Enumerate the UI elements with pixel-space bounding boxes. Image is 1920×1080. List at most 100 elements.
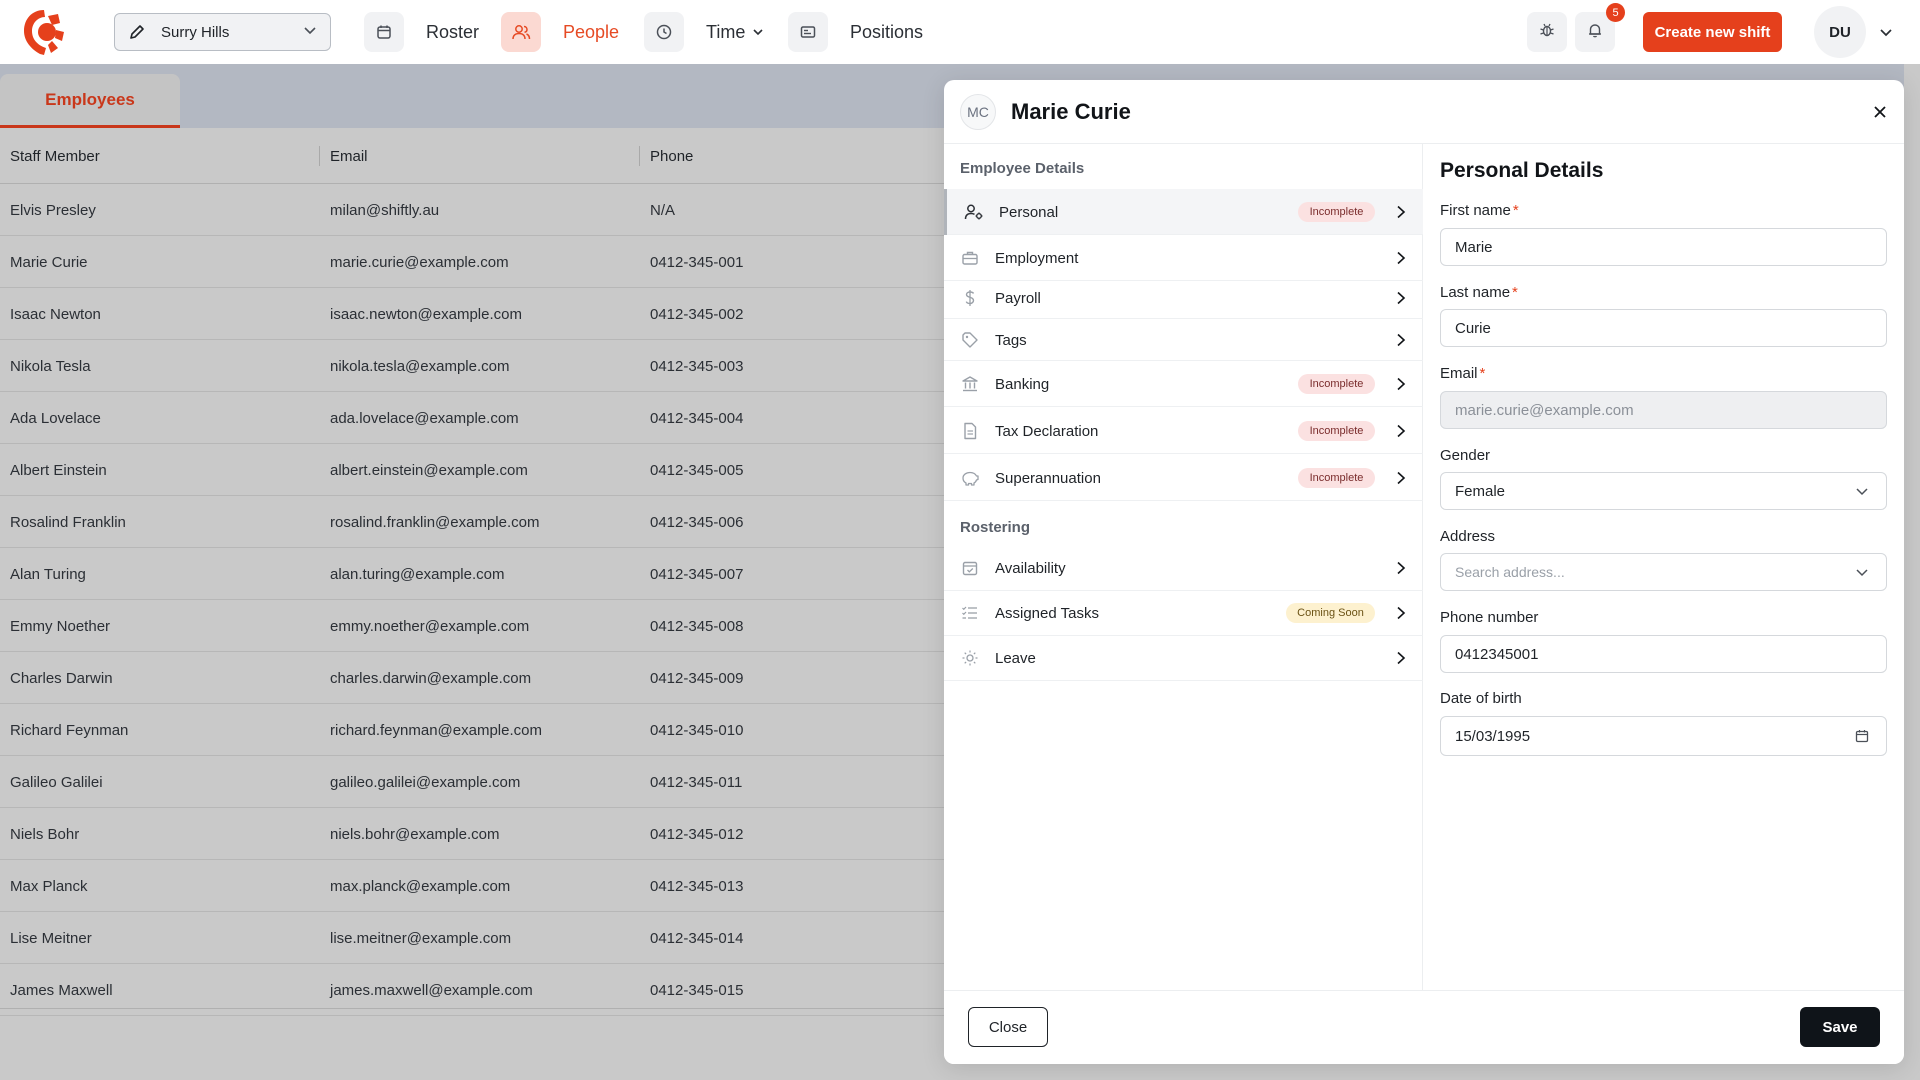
chevron-down-icon	[753, 29, 763, 36]
column-header-email[interactable]: Email	[330, 128, 368, 184]
last-name-label: Last name *	[1440, 284, 1518, 301]
pencil-icon	[127, 22, 147, 42]
menu-item-payroll[interactable]: Payroll	[944, 277, 1423, 319]
location-select[interactable]: Surry Hills	[114, 13, 331, 51]
email-cell: ada.lovelace@example.com	[330, 409, 519, 427]
employee-details-heading: Employee Details	[960, 159, 1085, 177]
staff-member-cell: Albert Einstein	[10, 461, 107, 479]
sun-icon	[960, 648, 980, 668]
menu-item-label: Assigned Tasks	[995, 604, 1099, 622]
staff-member-cell: Ada Lovelace	[10, 409, 101, 427]
first-name-label-text: First name	[1440, 202, 1511, 219]
address-search-select[interactable]: Search address...	[1440, 553, 1887, 591]
staff-member-cell: Galileo Galilei	[10, 773, 103, 791]
last-name-label-text: Last name	[1440, 284, 1511, 301]
table-row[interactable]: Emmy Noether emmy.noether@example.com 0412…	[0, 600, 944, 652]
gender-select[interactable]: Female	[1440, 472, 1887, 510]
table-row[interactable]: Charles Darwin charles.darwin@example.com…	[0, 652, 944, 704]
bug-report-button[interactable]	[1527, 12, 1567, 52]
status-badge: Coming Soon	[1286, 603, 1375, 623]
status-badge: Incomplete	[1298, 421, 1375, 441]
menu-item-availability[interactable]: Availability	[944, 545, 1423, 591]
phone-cell: 0412-345-013	[650, 877, 744, 895]
phone-cell: 0412-345-003	[650, 357, 744, 375]
table-row[interactable]: Galileo Galilei galileo.galilei@example.c…	[0, 756, 944, 808]
status-badge: Incomplete	[1298, 202, 1375, 222]
chevron-down-icon	[302, 22, 318, 43]
employee-details-modal: MC Marie Curie Employee Details Personal…	[944, 80, 1904, 1064]
menu-item-banking[interactable]: Banking Incomplete	[944, 361, 1423, 407]
table-row[interactable]: Elvis Presley milan@shiftly.au N/A	[0, 184, 944, 236]
chevron-right-icon	[1391, 468, 1411, 488]
phone-cell: 0412-345-007	[650, 565, 744, 583]
table-row[interactable]: Alan Turing alan.turing@example.com 0412-3…	[0, 548, 944, 600]
employee-sections-menu: Employee Details Personal Incomplete Emp…	[944, 144, 1423, 990]
user-avatar[interactable]: DU	[1814, 6, 1866, 58]
table-row[interactable]: Marie Curie marie.curie@example.com 0412-3…	[0, 236, 944, 288]
calendar-icon[interactable]	[1852, 726, 1872, 746]
column-header-staff-member[interactable]: Staff Member	[10, 128, 100, 184]
table-row[interactable]: Rosalind Franklin rosalind.franklin@examp…	[0, 496, 944, 548]
menu-item-leave[interactable]: Leave	[944, 635, 1423, 681]
chevron-down-icon[interactable]	[1876, 22, 1896, 42]
tab-employees[interactable]: Employees	[0, 74, 180, 128]
last-name-value: Curie	[1455, 319, 1491, 337]
modal-header: MC Marie Curie	[944, 80, 1904, 144]
menu-item-personal[interactable]: Personal Incomplete	[944, 189, 1423, 235]
nav-positions[interactable]: Positions	[788, 12, 923, 52]
table-row[interactable]: Isaac Newton isaac.newton@example.com 0412…	[0, 288, 944, 340]
email-cell: isaac.newton@example.com	[330, 305, 522, 323]
menu-item-label: Superannuation	[995, 469, 1101, 487]
table-row[interactable]: Ada Lovelace ada.lovelace@example.com 0412…	[0, 392, 944, 444]
bell-icon	[1586, 21, 1604, 44]
bug-icon	[1538, 21, 1556, 44]
staff-member-cell: Nikola Tesla	[10, 357, 91, 375]
app-logo-icon[interactable]	[22, 8, 66, 56]
first-name-field[interactable]: Marie	[1440, 228, 1887, 266]
menu-item-superannuation[interactable]: Superannuation Incomplete	[944, 455, 1423, 501]
nav-people-label: People	[563, 21, 620, 42]
menu-item-tags[interactable]: Tags	[944, 319, 1423, 361]
nav-people[interactable]: People	[501, 12, 619, 52]
table-row[interactable]: Max Planck max.planck@example.com 0412-345…	[0, 860, 944, 912]
table-row[interactable]: Albert Einstein albert.einstein@example.c…	[0, 444, 944, 496]
chevron-right-icon	[1391, 558, 1411, 578]
menu-item-label: Personal	[999, 203, 1059, 221]
last-name-field[interactable]: Curie	[1440, 309, 1887, 347]
chevron-down-icon	[1852, 562, 1872, 582]
table-row[interactable]: Niels Bohr niels.bohr@example.com 0412-345…	[0, 808, 944, 860]
table-row[interactable]: Lise Meitner lise.meitner@example.com 0412…	[0, 912, 944, 964]
rostering-heading: Rostering	[960, 518, 1031, 536]
menu-item-employment[interactable]: Employment	[944, 235, 1423, 281]
phone-cell: 0412-345-002	[650, 305, 744, 323]
chevron-down-icon	[1852, 481, 1872, 501]
chevron-right-icon	[1391, 330, 1411, 350]
form-title: Personal Details	[1440, 159, 1604, 182]
phone-value: 0412345001	[1455, 645, 1539, 663]
table-row[interactable]: Richard Feynman richard.feynman@example.c…	[0, 704, 944, 756]
create-new-shift-button[interactable]: Create new shift	[1643, 12, 1782, 52]
chevron-right-icon	[1391, 202, 1411, 222]
menu-item-tax-declaration[interactable]: Tax Declaration Incomplete	[944, 408, 1423, 454]
table-row[interactable]: Nikola Tesla nikola.tesla@example.com 0412…	[0, 340, 944, 392]
column-divider	[639, 146, 640, 166]
menu-item-assigned-tasks[interactable]: Assigned Tasks Coming Soon	[944, 590, 1423, 636]
menu-item-label: Tax Declaration	[995, 422, 1099, 440]
nav-roster[interactable]: Roster	[364, 12, 479, 52]
chevron-right-icon	[1391, 288, 1411, 308]
close-icon[interactable]	[1870, 102, 1890, 122]
close-button[interactable]: Close	[968, 1007, 1048, 1047]
email-cell: lise.meitner@example.com	[330, 929, 512, 947]
column-header-phone[interactable]: Phone	[650, 128, 693, 184]
phone-number-field[interactable]: 0412345001	[1440, 635, 1887, 673]
piggy-bank-icon	[960, 468, 980, 488]
date-of-birth-field[interactable]: 15/03/1995	[1440, 716, 1887, 756]
nav-time[interactable]: Time	[644, 12, 765, 52]
save-button[interactable]: Save	[1800, 1007, 1880, 1047]
menu-item-label: Availability	[995, 559, 1066, 577]
notification-count-badge: 5	[1606, 3, 1625, 22]
phone-cell: 0412-345-008	[650, 617, 744, 635]
chevron-right-icon	[1391, 603, 1411, 623]
menu-item-label: Employment	[995, 249, 1079, 267]
people-icon	[501, 12, 541, 52]
